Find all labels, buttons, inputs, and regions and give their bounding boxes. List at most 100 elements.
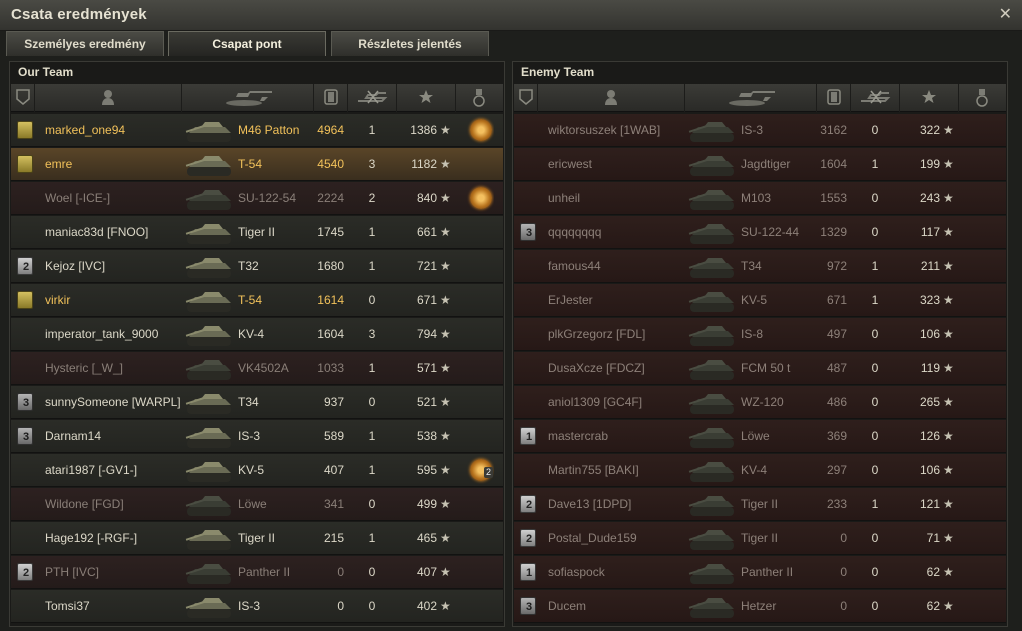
player-name[interactable]: Dave13 [1DPD]: [548, 488, 698, 521]
table-row[interactable]: Tomsi37 IS-3 0 0 402 ★: [11, 590, 503, 623]
player-name[interactable]: Kejoz [IVC]: [45, 250, 195, 283]
table-row[interactable]: plkGrzegorz [FDL] IS-8 497 0 106 ★: [514, 318, 1006, 351]
player-name[interactable]: Ducem: [548, 590, 698, 623]
player-name[interactable]: plkGrzegorz [FDL]: [548, 318, 698, 351]
tab-personal-result[interactable]: Személyes eredmény: [6, 31, 164, 56]
kills-value: 0: [368, 565, 376, 579]
xp-column-icon[interactable]: [900, 84, 959, 112]
player-name[interactable]: Wildone [FGD]: [45, 488, 195, 521]
damage-value: 1745: [317, 225, 344, 239]
damage-value: 1033: [317, 361, 344, 375]
star-icon: ★: [943, 225, 954, 239]
medal-cell: [466, 590, 494, 623]
table-row[interactable]: famous44 T34 972 1 211 ★: [514, 250, 1006, 283]
medal-column-icon[interactable]: [456, 84, 503, 112]
table-row[interactable]: Hysteric [_W_] VK4502A 1033 1 571 ★: [11, 352, 503, 385]
table-row[interactable]: 3 Ducem Hetzer 0 0 62 ★: [514, 590, 1006, 623]
star-icon: ★: [440, 497, 451, 511]
player-name[interactable]: mastercrab: [548, 420, 698, 453]
achievement-medal-icon[interactable]: [470, 119, 492, 141]
player-name[interactable]: sofiaspock: [548, 556, 698, 589]
class-badge-icon: 3: [17, 393, 33, 411]
tank-icon: [183, 420, 239, 453]
table-row[interactable]: Martin755 [BAKI] KV-4 297 0 106 ★: [514, 454, 1006, 487]
table-row[interactable]: maniac83d [FNOO] Tiger II 1745 1 661 ★: [11, 216, 503, 249]
badge-number: 2: [22, 261, 30, 273]
table-row[interactable]: emre T-54 4540 3 1182 ★: [11, 148, 503, 181]
damage-value: 233: [826, 497, 847, 511]
achievement-medal-icon[interactable]: [470, 187, 492, 209]
badge-column-icon[interactable]: [514, 84, 538, 112]
damage-value: 0: [840, 565, 847, 579]
player-name[interactable]: wiktorsuszek [1WAB]: [548, 114, 698, 147]
kills-value: 3: [368, 157, 376, 171]
kills-value: 0: [871, 531, 879, 545]
row-badge: [17, 148, 35, 181]
player-name[interactable]: virkir: [45, 284, 195, 317]
table-row[interactable]: 3 Darnam14 IS-3 589 1 538 ★: [11, 420, 503, 453]
damage-column-icon[interactable]: [314, 84, 348, 112]
tank-icon: [183, 522, 239, 555]
damage-column-icon[interactable]: [817, 84, 851, 112]
table-row[interactable]: wiktorsuszek [1WAB] IS-3 3162 0 322 ★: [514, 114, 1006, 147]
medal-cell: [969, 420, 997, 453]
badge-column-icon[interactable]: [11, 84, 35, 112]
tank-icon: [686, 488, 742, 521]
player-name[interactable]: unheil: [548, 182, 698, 215]
table-row[interactable]: 3 qqqqqqqq SU-122-44 1329 0 117 ★: [514, 216, 1006, 249]
player-name[interactable]: ErJester: [548, 284, 698, 317]
tank-column-icon[interactable]: [182, 84, 314, 112]
player-name[interactable]: Martin755 [BAKI]: [548, 454, 698, 487]
player-name[interactable]: atari1987 [-GV1-]: [45, 454, 195, 487]
player-name[interactable]: Darnam14: [45, 420, 195, 453]
player-name[interactable]: Tomsi37: [45, 590, 195, 623]
table-row[interactable]: 1 sofiaspock Panther II 0 0 62 ★: [514, 556, 1006, 589]
player-name[interactable]: Hage192 [-RGF-]: [45, 522, 195, 555]
table-row[interactable]: ErJester KV-5 671 1 323 ★: [514, 284, 1006, 317]
table-row[interactable]: imperator_tank_9000 KV-4 1604 3 794 ★: [11, 318, 503, 351]
medal-cell: [969, 488, 997, 521]
table-row[interactable]: aniol1309 [GC4F] WZ-120 486 0 265 ★: [514, 386, 1006, 419]
player-name[interactable]: Hysteric [_W_]: [45, 352, 195, 385]
table-row[interactable]: 3 sunnySomeone [WARPL] T34 937 0 521 ★: [11, 386, 503, 419]
tab-detailed-report[interactable]: Részletes jelentés: [331, 31, 489, 56]
player-name[interactable]: ericwest: [548, 148, 698, 181]
medal-column-icon[interactable]: [959, 84, 1006, 112]
tab-team-score[interactable]: Csapat pont: [168, 31, 326, 56]
close-icon[interactable]: ✕: [999, 4, 1012, 24]
table-row[interactable]: marked_one94 M46 Patton 4964 1 1386 ★: [11, 114, 503, 147]
table-row[interactable]: Wildone [FGD] Löwe 341 0 499 ★: [11, 488, 503, 521]
player-name[interactable]: Postal_Dude159: [548, 522, 698, 555]
player-name[interactable]: imperator_tank_9000: [45, 318, 195, 351]
player-name[interactable]: DusaXcze [FDCZ]: [548, 352, 698, 385]
table-row[interactable]: DusaXcze [FDCZ] FCM 50 t 487 0 119 ★: [514, 352, 1006, 385]
table-row[interactable]: 2 PTH [IVC] Panther II 0 0 407 ★: [11, 556, 503, 589]
table-row[interactable]: 2 Dave13 [1DPD] Tiger II 233 1 121 ★: [514, 488, 1006, 521]
table-row[interactable]: Hage192 [-RGF-] Tiger II 215 1 465 ★: [11, 522, 503, 555]
kills-column-icon[interactable]: [348, 84, 397, 112]
table-row[interactable]: atari1987 [-GV1-] KV-5 407 1 595 ★ 2: [11, 454, 503, 487]
table-row[interactable]: virkir T-54 1614 0 671 ★: [11, 284, 503, 317]
player-name[interactable]: qqqqqqqq: [548, 216, 698, 249]
player-name[interactable]: PTH [IVC]: [45, 556, 195, 589]
player-name[interactable]: famous44: [548, 250, 698, 283]
player-name[interactable]: marked_one94: [45, 114, 195, 147]
player-column-icon[interactable]: [35, 84, 182, 112]
player-name[interactable]: Woel [-ICE-]: [45, 182, 195, 215]
table-row[interactable]: 2 Postal_Dude159 Tiger II 0 0 71 ★: [514, 522, 1006, 555]
kills-column-icon[interactable]: [851, 84, 900, 112]
kills-value: 1: [871, 157, 879, 171]
player-name[interactable]: sunnySomeone [WARPL]: [45, 386, 195, 419]
table-row[interactable]: Woel [-ICE-] SU-122-54 2224 2 840 ★: [11, 182, 503, 215]
player-name[interactable]: emre: [45, 148, 195, 181]
table-row[interactable]: unheil M103 1553 0 243 ★: [514, 182, 1006, 215]
kills-value: 1: [368, 463, 376, 477]
table-row[interactable]: 1 mastercrab Löwe 369 0 126 ★: [514, 420, 1006, 453]
xp-column-icon[interactable]: [397, 84, 456, 112]
player-name[interactable]: aniol1309 [GC4F]: [548, 386, 698, 419]
table-row[interactable]: 2 Kejoz [IVC] T32 1680 1 721 ★: [11, 250, 503, 283]
table-row[interactable]: ericwest Jagdtiger 1604 1 199 ★: [514, 148, 1006, 181]
player-name[interactable]: maniac83d [FNOO]: [45, 216, 195, 249]
tank-column-icon[interactable]: [685, 84, 817, 112]
player-column-icon[interactable]: [538, 84, 685, 112]
